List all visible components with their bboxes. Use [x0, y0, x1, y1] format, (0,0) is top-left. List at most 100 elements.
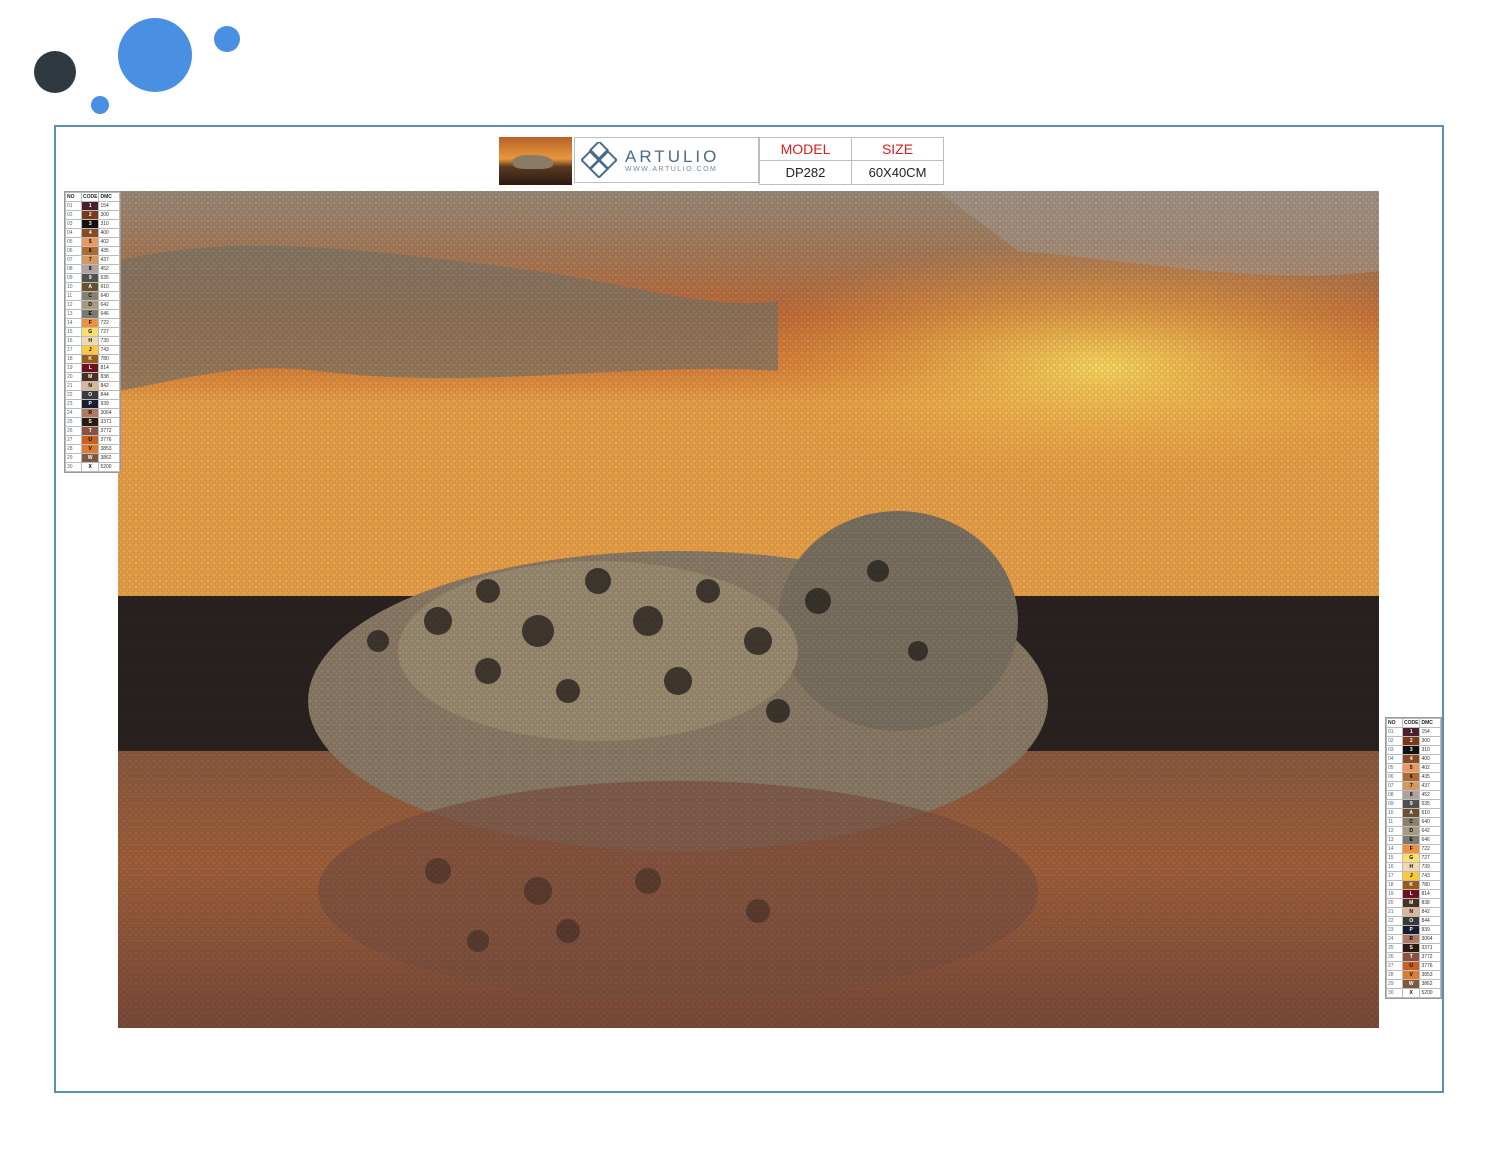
legend-no: 04 [1386, 754, 1403, 764]
legend-dmc: 780 [1419, 880, 1442, 890]
legend-no: 24 [65, 408, 82, 418]
brand-url: WWW.ARTULIO.COM [625, 165, 718, 173]
legend-swatch: X [80, 462, 100, 472]
legend-no: 23 [1386, 925, 1403, 935]
legend-dmc: 646 [1419, 835, 1442, 845]
legend-no: 21 [1386, 907, 1403, 917]
legend-no: 11 [65, 291, 82, 301]
legend-swatch: 8 [1401, 790, 1421, 800]
legend-no: 20 [65, 372, 82, 382]
legend-swatch: L [80, 363, 100, 373]
legend-dmc: 640 [1419, 817, 1442, 827]
legend-dmc: 610 [98, 282, 121, 292]
legend-swatch: N [1401, 907, 1421, 917]
legend-dmc: 154 [1419, 727, 1442, 737]
legend-header-cell: CODE [1401, 718, 1421, 728]
legend-no: 15 [65, 327, 82, 337]
legend-dmc: 842 [1419, 907, 1442, 917]
legend-swatch: U [80, 435, 100, 445]
legend-dmc: 3064 [1419, 934, 1442, 944]
legend-row: 05 5 402 [65, 237, 121, 247]
legend-no: 07 [65, 255, 82, 265]
legend-row: 27 U 3776 [1386, 961, 1442, 971]
legend-swatch: 6 [80, 246, 100, 256]
legend-row: 20 M 838 [65, 372, 121, 382]
size-value: 60X40CM [851, 161, 943, 184]
legend-dmc: 3862 [98, 453, 121, 463]
legend-dmc: 452 [98, 264, 121, 274]
legend-swatch: A [1401, 808, 1421, 818]
legend-swatch: 6 [1401, 772, 1421, 782]
legend-row: 22 O 844 [1386, 916, 1442, 926]
decor-dot-small [214, 26, 240, 52]
legend-dmc: 642 [1419, 826, 1442, 836]
legend-swatch: T [1401, 952, 1421, 962]
legend-row: 15 G 727 [1386, 853, 1442, 863]
legend-swatch: 7 [1401, 781, 1421, 791]
legend-row: 15 G 727 [65, 327, 121, 337]
legend-row: 03 3 310 [65, 219, 121, 229]
legend-no: 29 [65, 453, 82, 463]
legend-swatch: R [80, 408, 100, 418]
legend-row: 08 8 452 [65, 264, 121, 274]
legend-dmc: 939 [1419, 925, 1442, 935]
legend-swatch: 2 [80, 210, 100, 220]
legend-row: 29 W 3862 [65, 453, 121, 463]
model-value: DP282 [759, 161, 851, 184]
legend-row: 22 O 844 [65, 390, 121, 400]
legend-header-cell: NO [65, 192, 82, 202]
legend-row: 23 P 939 [65, 399, 121, 409]
legend-row: 17 J 743 [65, 345, 121, 355]
legend-no: 12 [1386, 826, 1403, 836]
legend-swatch: 8 [80, 264, 100, 274]
legend-no: 13 [65, 309, 82, 319]
legend-no: 12 [65, 300, 82, 310]
legend-no: 08 [65, 264, 82, 274]
legend-swatch: G [80, 327, 100, 337]
product-header: ARTULIO WWW.ARTULIO.COM MODEL SIZE DP282… [499, 137, 944, 185]
legend-row: 12 D 642 [65, 300, 121, 310]
legend-header-cell: DMC [98, 192, 121, 202]
legend-no: 02 [1386, 736, 1403, 746]
legend-dmc: 739 [98, 336, 121, 346]
legend-no: 30 [65, 462, 82, 472]
brand-logo: ARTULIO WWW.ARTULIO.COM [574, 137, 759, 183]
legend-swatch: H [1401, 862, 1421, 872]
legend-swatch: V [1401, 970, 1421, 980]
legend-dmc: 3853 [98, 444, 121, 454]
legend-dmc: 743 [98, 345, 121, 355]
legend-swatch: L [1401, 889, 1421, 899]
legend-swatch: D [1401, 826, 1421, 836]
legend-row: 16 H 739 [65, 336, 121, 346]
legend-swatch: T [80, 426, 100, 436]
legend-no: 03 [65, 219, 82, 229]
legend-row: 13 E 646 [1386, 835, 1442, 845]
legend-no: 01 [65, 201, 82, 211]
leopard-pattern-image [118, 191, 1379, 1028]
legend-no: 06 [65, 246, 82, 256]
legend-swatch: 1 [80, 201, 100, 211]
spec-table: MODEL SIZE DP282 60X40CM [759, 137, 944, 185]
legend-row: 01 1 154 [65, 201, 121, 211]
legend-row: 21 N 842 [1386, 907, 1442, 917]
legend-dmc: 310 [98, 219, 121, 229]
legend-swatch: 3 [80, 219, 100, 229]
legend-swatch: 1 [1401, 727, 1421, 737]
legend-row: 07 7 437 [1386, 781, 1442, 791]
legend-dmc: 838 [98, 372, 121, 382]
decor-dot-dark [34, 51, 76, 93]
legend-no: 26 [1386, 952, 1403, 962]
legend-row: 01 1 154 [1386, 727, 1442, 737]
legend-swatch: W [80, 453, 100, 463]
legend-row: 13 E 646 [65, 309, 121, 319]
legend-row: 19 L 814 [65, 363, 121, 373]
legend-dmc: 939 [98, 399, 121, 409]
legend-swatch: 7 [80, 255, 100, 265]
legend-no: 26 [65, 426, 82, 436]
legend-no: 25 [1386, 943, 1403, 953]
legend-swatch: V [80, 444, 100, 454]
legend-no: 27 [1386, 961, 1403, 971]
legend-no: 18 [65, 354, 82, 364]
legend-swatch: G [1401, 853, 1421, 863]
legend-row: 18 K 780 [1386, 880, 1442, 890]
